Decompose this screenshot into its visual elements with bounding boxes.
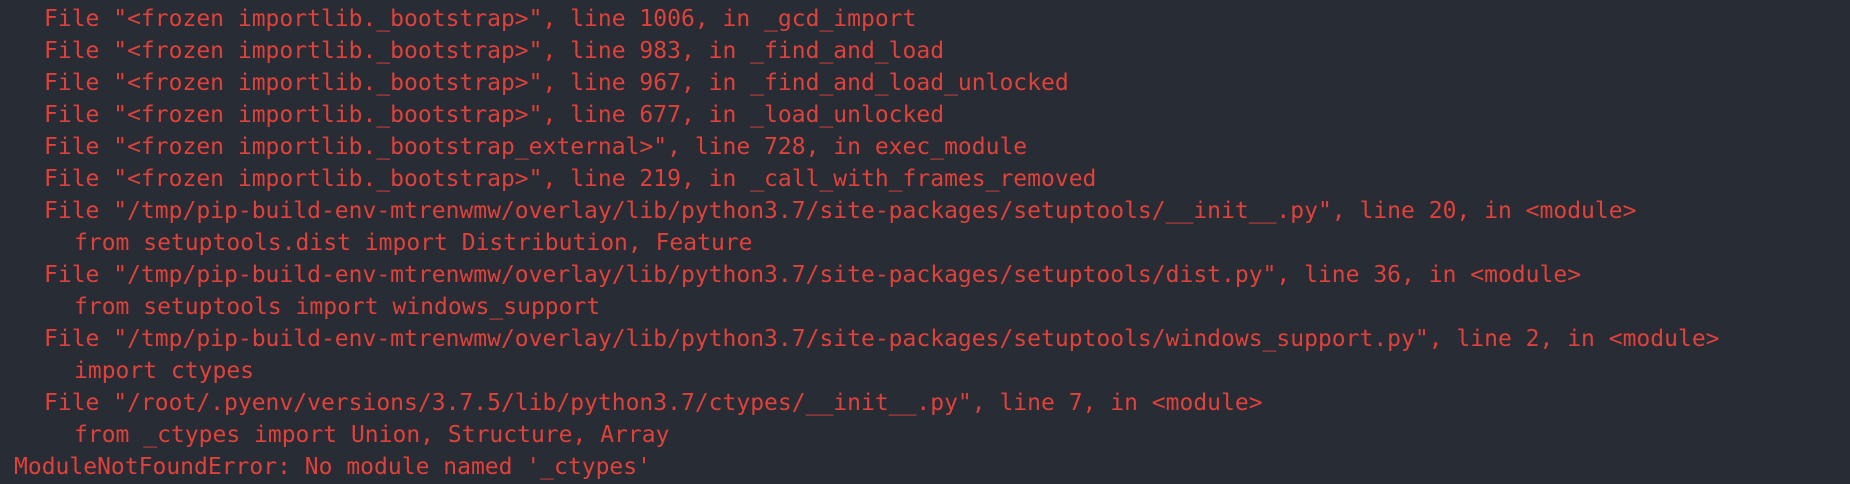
traceback-code-line: from _ctypes import Union, Structure, Ar… xyxy=(74,422,670,448)
traceback-file-line: File "/tmp/pip-build-env-mtrenwmw/overla… xyxy=(44,326,1720,352)
traceback-file-line: File "/root/.pyenv/versions/3.7.5/lib/py… xyxy=(44,390,1263,416)
traceback-code-line: import ctypes xyxy=(74,358,255,384)
traceback-code-line: from setuptools.dist import Distribution… xyxy=(74,230,753,256)
traceback-file-line: File "<frozen importlib._bootstrap>", li… xyxy=(44,102,945,128)
traceback-file-line: File "<frozen importlib._bootstrap>", li… xyxy=(44,6,917,32)
traceback-code-line: from setuptools import windows_support xyxy=(74,294,601,320)
traceback-file-line: File "<frozen importlib._bootstrap>", li… xyxy=(44,70,1069,96)
terminal-output: File "<frozen importlib._bootstrap>", li… xyxy=(0,0,1850,484)
traceback-file-line: File "/tmp/pip-build-env-mtrenwmw/overla… xyxy=(44,262,1582,288)
traceback-file-line: File "<frozen importlib._bootstrap>", li… xyxy=(44,166,1097,192)
error-message-line: ModuleNotFoundError: No module named '_c… xyxy=(14,454,651,480)
traceback-file-line: File "<frozen importlib._bootstrap>", li… xyxy=(44,38,945,64)
traceback-file-line: File "<frozen importlib._bootstrap_exter… xyxy=(44,134,1028,160)
traceback-file-line: File "/tmp/pip-build-env-mtrenwmw/overla… xyxy=(44,198,1637,224)
